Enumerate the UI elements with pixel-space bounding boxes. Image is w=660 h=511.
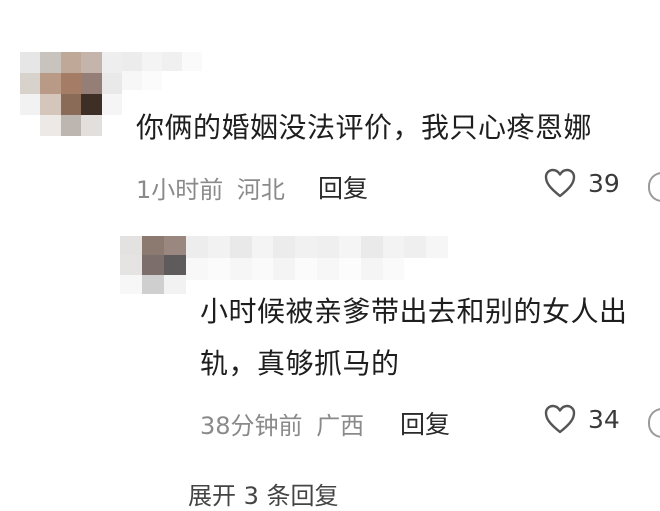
reply-text-line-2: 轨，真够抓马的 — [200, 347, 400, 380]
like-button[interactable]: 39 — [544, 168, 620, 198]
reply-time: 38分钟前 — [200, 412, 303, 440]
reply-location: 广西 — [316, 412, 365, 440]
comment-text: 你俩的婚姻没法评价，我只心疼恩娜 — [136, 111, 593, 144]
reply-text-line-1: 小时候被亲爹带出去和别的女人出 — [200, 295, 628, 328]
avatar[interactable] — [120, 236, 186, 294]
comment-icon[interactable] — [648, 408, 660, 438]
comment-time: 1小时前 — [136, 176, 224, 204]
like-count: 34 — [588, 404, 620, 434]
reply-meta: 38分钟前 广西 — [200, 406, 364, 441]
avatar[interactable] — [20, 52, 122, 136]
comment-meta: 1小时前 河北 — [136, 170, 285, 205]
heart-icon — [544, 168, 576, 198]
expand-replies-button[interactable]: 展开 3 条回复 — [188, 476, 339, 511]
reply-button[interactable]: 回复 — [400, 405, 450, 441]
like-count: 39 — [588, 168, 620, 198]
username[interactable] — [186, 236, 448, 280]
comment-location: 河北 — [236, 176, 285, 204]
username[interactable] — [122, 52, 202, 90]
reply-button[interactable]: 回复 — [318, 169, 368, 205]
comment-icon[interactable] — [648, 172, 660, 202]
heart-icon — [544, 404, 576, 434]
like-button[interactable]: 34 — [544, 404, 620, 434]
